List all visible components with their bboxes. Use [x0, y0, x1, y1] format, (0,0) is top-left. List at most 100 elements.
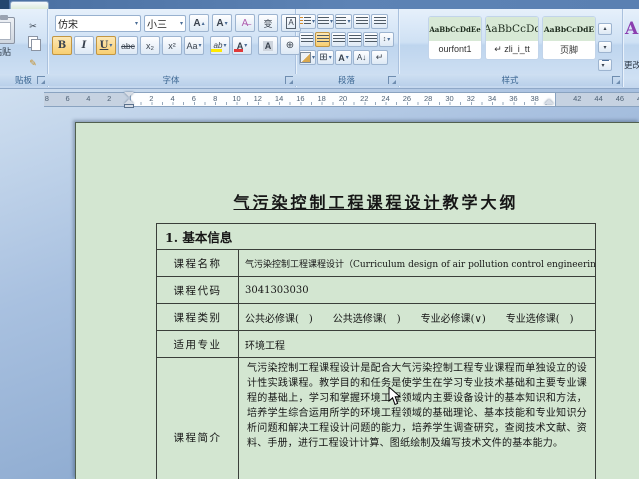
list-lines [304, 17, 311, 26]
right-indent-marker[interactable] [544, 99, 554, 104]
superscript-button[interactable]: x² [162, 36, 182, 55]
align-left-button[interactable] [299, 32, 314, 47]
ruler-number: 28 [424, 94, 432, 103]
styles-more-button[interactable]: ▾ [598, 59, 612, 71]
style-card-zli-i-tt[interactable]: AaBbCcDc ↵ zli_i_tt [485, 16, 539, 60]
paragraph-group-label: 段落 [295, 74, 398, 86]
styles-group: AaBbCcDdEe ourfont1 AaBbCcDc ↵ zli_i_tt … [398, 9, 623, 87]
italic-button[interactable]: I [74, 36, 94, 55]
pinyin-guide-button[interactable]: 变 [258, 14, 278, 32]
table-section-header: 1. 基本信息 [157, 224, 595, 250]
style-preview: AaBbCcDdEe [429, 17, 481, 41]
ruler-number: 34 [488, 94, 496, 103]
decrease-indent-icon [356, 17, 368, 26]
styles-dialog-launcher[interactable] [612, 76, 620, 84]
subscript-button[interactable]: x₂ [140, 36, 160, 55]
styles-scroll-down-button[interactable]: ▾ [598, 41, 612, 53]
paint-bucket-icon [300, 52, 311, 63]
style-card-ourfont1[interactable]: AaBbCcDdEe ourfont1 [428, 16, 482, 60]
paragraph-dialog-launcher[interactable] [388, 76, 396, 84]
paste-icon[interactable] [0, 17, 15, 44]
chevron-down-icon: ▾ [330, 18, 333, 25]
strikethrough-button[interactable]: abc [118, 36, 138, 55]
chevron-down-icon: ▾ [387, 36, 390, 43]
ruler-number: 38 [531, 94, 539, 103]
style-name: ourfont1 [429, 41, 481, 57]
align-left-icon [301, 35, 313, 44]
clipboard-group: 粘贴 ✂ ✎ 贴板 [0, 9, 48, 87]
change-case-button[interactable]: Aa ▾ [184, 36, 204, 55]
style-name: ↵ zli_i_tt [486, 41, 538, 57]
justify-button[interactable] [347, 32, 362, 47]
ruler-number: 2 [107, 94, 111, 103]
font-name-value: 仿宋 [58, 16, 134, 31]
bullet-list-button[interactable]: ▾ [299, 14, 316, 29]
row-label: 课程名称 [157, 250, 239, 276]
style-preview: AaBbCcDdE [543, 17, 595, 41]
ruler-number: 10 [232, 94, 240, 103]
styles-group-label: 样式 [398, 74, 622, 86]
multilevel-list-button[interactable]: ▾ [335, 14, 352, 29]
line-spacing-button[interactable]: ↕▾ [379, 32, 394, 47]
line-spacing-icon: ↕ [383, 36, 387, 43]
shrink-font-button[interactable]: A▾ [212, 14, 232, 32]
shading-button[interactable]: ▾ [299, 50, 316, 65]
shrink-font-label: A [216, 18, 223, 29]
cut-button[interactable]: ✂ [24, 20, 42, 34]
italic-label: I [82, 40, 87, 51]
row-value: 公共必修课( ) 公共选修课( ) 专业必修课(∨) 专业选修课( ) [239, 304, 595, 330]
styles-scroll-up-button[interactable]: ▴ [598, 23, 612, 35]
font-dialog-launcher[interactable] [285, 76, 293, 84]
align-right-icon [333, 35, 345, 44]
row-label: 课程代码 [157, 277, 239, 303]
borders-button[interactable]: ⊞▾ [317, 50, 334, 65]
paragraph-mark-icon: ↵ [376, 52, 384, 63]
change-styles-button[interactable]: 更改 [624, 59, 639, 71]
numbered-list-button[interactable]: ▾ [317, 14, 334, 29]
font-size-combo[interactable]: 小三 ▾ [144, 15, 186, 32]
text-highlight-button[interactable]: ab ▾ [210, 36, 230, 55]
first-line-indent-marker[interactable] [124, 92, 134, 97]
underline-button[interactable]: U ▾ [96, 36, 116, 55]
chevron-down-icon: ▾ [312, 18, 315, 25]
row-value: 3041303030 [239, 277, 595, 303]
align-right-button[interactable] [331, 32, 346, 47]
decrease-indent-button[interactable] [353, 14, 370, 29]
bold-button[interactable]: B [52, 36, 72, 55]
distribute-button[interactable] [363, 32, 378, 47]
table-row-applicable-major: 适用专业 环境工程 [157, 331, 595, 358]
sort-button[interactable]: A↓ [353, 50, 370, 65]
font-name-combo[interactable]: 仿宋 ▾ [55, 15, 141, 32]
row-value: 环境工程 [239, 331, 595, 357]
paste-button-label[interactable]: 粘贴 [0, 45, 18, 58]
font-color-button[interactable]: A ▾ [232, 36, 252, 55]
show-marks-button[interactable]: ↵ [371, 50, 388, 65]
title-underlined-part: 气污染控制工程课程设计 [233, 193, 442, 212]
underline-label: U [100, 40, 109, 51]
copy-button[interactable] [24, 35, 42, 49]
format-painter-button[interactable]: ✎ [24, 56, 42, 70]
left-indent-marker[interactable] [124, 104, 134, 108]
asian-layout-button[interactable]: A▾ [335, 50, 352, 65]
clear-formatting-button[interactable]: A̶ [235, 14, 255, 32]
document-page[interactable]: 气污染控制工程课程设计教学大纲 1. 基本信息 课程名称 气污染控制工程课程设计… [75, 122, 639, 479]
justify-icon [349, 35, 361, 44]
table-row-course-name: 课程名称 气污染控制工程课程设计（Curriculum design of ai… [157, 250, 595, 277]
align-center-button[interactable] [315, 32, 330, 47]
chevron-down-icon: ▾ [312, 54, 315, 61]
grow-font-button[interactable]: A▴ [189, 14, 209, 32]
row-value: 气污染控制工程课程设计是配合大气污染控制工程专业课程而单独设立的设计性实践课程。… [239, 358, 595, 479]
horizontal-ruler[interactable]: 8642246810121416182022242628303234363842… [0, 92, 639, 107]
row-label: 课程类别 [157, 304, 239, 330]
ruler-number: 8 [213, 94, 217, 103]
character-shading-button[interactable]: A [258, 36, 278, 55]
clipboard-dialog-launcher[interactable] [37, 76, 45, 84]
style-name: 页脚 [543, 41, 595, 57]
style-card-footer[interactable]: AaBbCcDdE 页脚 [542, 16, 596, 60]
ruler-number: 6 [192, 94, 196, 103]
style-preview: AaBbCcDc [486, 17, 538, 41]
mouse-cursor [388, 387, 401, 406]
format-painter-icon: ✎ [29, 58, 37, 69]
chevron-down-icon: ▾ [329, 54, 332, 61]
increase-indent-button[interactable] [371, 14, 388, 29]
